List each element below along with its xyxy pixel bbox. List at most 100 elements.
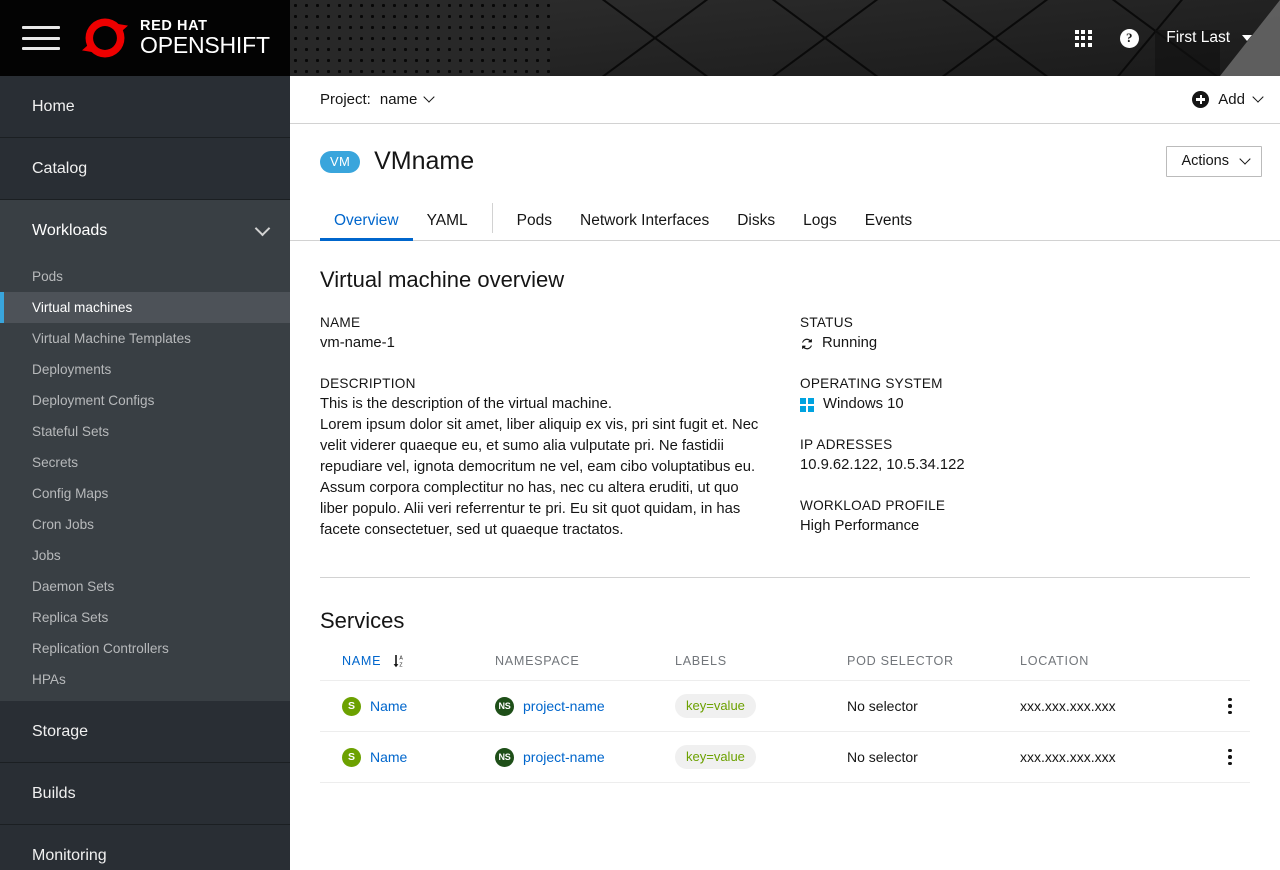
sidebar-item-label: Deployments bbox=[32, 362, 112, 377]
hamburger-menu-icon[interactable] bbox=[22, 22, 60, 54]
tab-overview[interactable]: Overview bbox=[320, 212, 413, 241]
sidebar-item-label: Daemon Sets bbox=[32, 579, 115, 594]
sidebar-item-label: HPAs bbox=[32, 672, 66, 687]
masthead-background: ? First Last bbox=[290, 0, 1280, 76]
sidebar-item-label: Storage bbox=[32, 722, 89, 740]
page-title: VMname bbox=[374, 147, 475, 175]
namespace-badge: NS bbox=[495, 696, 514, 716]
field-status-label: STATUS bbox=[800, 315, 854, 330]
tab-label: Network Interfaces bbox=[580, 211, 710, 229]
column-header-pod-selector[interactable]: POD SELECTOR bbox=[847, 654, 1020, 681]
sidebar-item-config-maps[interactable]: Config Maps bbox=[0, 478, 290, 509]
grid-apps-icon[interactable] bbox=[1060, 15, 1106, 61]
kebab-menu-icon[interactable] bbox=[1210, 748, 1250, 766]
tab-events[interactable]: Events bbox=[851, 212, 926, 241]
sidebar-item-hpas[interactable]: HPAs bbox=[0, 664, 290, 695]
overview-left-column: NAME vm-name-1 DESCRIPTION This is the d… bbox=[320, 315, 800, 563]
sidebar-item-label: Replication Controllers bbox=[32, 641, 169, 656]
chevron-down-icon bbox=[254, 220, 271, 236]
actions-button[interactable]: Actions bbox=[1166, 146, 1262, 177]
svg-text:A: A bbox=[400, 656, 404, 662]
service-badge: S bbox=[342, 696, 361, 716]
sync-running-icon bbox=[802, 338, 812, 349]
tab-pods[interactable]: Pods bbox=[503, 211, 566, 241]
namespace-link[interactable]: project-name bbox=[523, 749, 605, 765]
tab-label: Pods bbox=[516, 211, 553, 229]
cell-pod-selector: No selector bbox=[847, 731, 1020, 783]
sidebar-item-label: Virtual machines bbox=[32, 300, 133, 315]
namespace-link[interactable]: project-name bbox=[523, 698, 605, 714]
label-chip[interactable]: key=value bbox=[675, 694, 756, 718]
label-chip[interactable]: key=value bbox=[675, 745, 756, 769]
sidebar-item-monitoring[interactable]: Monitoring bbox=[0, 825, 290, 870]
column-header-namespace[interactable]: NAMESPACE bbox=[495, 654, 675, 681]
project-selector[interactable]: Project: name bbox=[320, 91, 436, 108]
column-header-name[interactable]: NAME A Z bbox=[320, 654, 495, 681]
column-header-label: LABELS bbox=[675, 654, 727, 668]
sidebar-item-home[interactable]: Home bbox=[0, 76, 290, 137]
cell-labels: key=value bbox=[675, 680, 847, 732]
tab-label: Disks bbox=[737, 211, 776, 229]
sidebar-item-jobs[interactable]: Jobs bbox=[0, 540, 290, 571]
resource-kind-badge: VM bbox=[320, 150, 361, 173]
help-question-icon[interactable]: ? bbox=[1106, 15, 1152, 61]
section-divider bbox=[320, 577, 1250, 578]
table-row[interactable]: S Name NS project-name key=value No sele… bbox=[320, 680, 1250, 732]
sidebar-item-builds[interactable]: Builds bbox=[0, 763, 290, 824]
sidebar-item-label: Secrets bbox=[32, 455, 79, 470]
sidebar-item-replication-controllers[interactable]: Replication Controllers bbox=[0, 633, 290, 664]
cell-location: xxx.xxx.xxx.xxx bbox=[1020, 680, 1210, 732]
column-header-label: LOCATION bbox=[1020, 654, 1090, 668]
column-header-location[interactable]: LOCATION bbox=[1020, 654, 1210, 681]
sidebar-item-label: Virtual Machine Templates bbox=[32, 331, 191, 346]
service-name-link[interactable]: Name bbox=[370, 698, 407, 714]
sidebar-item-storage[interactable]: Storage bbox=[0, 701, 290, 762]
services-heading: Services bbox=[320, 608, 405, 633]
sidebar-item-deployment-configs[interactable]: Deployment Configs bbox=[0, 385, 290, 416]
service-name-link[interactable]: Name bbox=[370, 749, 407, 765]
sidebar-item-daemon-sets[interactable]: Daemon Sets bbox=[0, 571, 290, 602]
sort-alpha-asc-icon: A Z bbox=[392, 654, 405, 668]
table-row[interactable]: S Name NS project-name key=value No sele… bbox=[320, 731, 1250, 783]
sidebar-item-secrets[interactable]: Secrets bbox=[0, 447, 290, 478]
overview-heading: Virtual machine overview bbox=[320, 267, 565, 292]
sidebar-item-label: Stateful Sets bbox=[32, 424, 110, 439]
chevron-down-icon bbox=[1252, 91, 1264, 103]
sidebar-item-cron-jobs[interactable]: Cron Jobs bbox=[0, 509, 290, 540]
sidebar-item-workloads[interactable]: Workloads bbox=[0, 200, 290, 261]
sidebar-item-label: Cron Jobs bbox=[32, 517, 94, 532]
tab-logs[interactable]: Logs bbox=[789, 212, 851, 241]
sidebar-item-label: Pods bbox=[32, 269, 63, 284]
primary-navigation: Home Catalog Workloads Pods Virtual mach… bbox=[0, 76, 290, 870]
sidebar-item-stateful-sets[interactable]: Stateful Sets bbox=[0, 416, 290, 447]
sidebar-item-pods[interactable]: Pods bbox=[0, 261, 290, 292]
actions-button-label: Actions bbox=[1181, 153, 1229, 169]
tab-disks[interactable]: Disks bbox=[723, 211, 789, 241]
sidebar-item-replica-sets[interactable]: Replica Sets bbox=[0, 602, 290, 633]
nav-section-home: Home bbox=[0, 76, 290, 138]
tab-bar: Overview YAML Pods Network Interfaces Di… bbox=[290, 197, 1280, 241]
sidebar-item-label: Replica Sets bbox=[32, 610, 109, 625]
chevron-down-icon bbox=[423, 91, 436, 103]
sidebar-item-deployments[interactable]: Deployments bbox=[0, 354, 290, 385]
sidebar-item-virtual-machine-templates[interactable]: Virtual Machine Templates bbox=[0, 323, 290, 354]
cell-namespace: NS project-name bbox=[495, 680, 675, 732]
field-operating-system: OPERATING SYSTEM Windows 10 bbox=[800, 376, 1250, 415]
field-status: STATUS Running bbox=[800, 315, 1250, 354]
sidebar-item-virtual-machines[interactable]: Virtual machines bbox=[0, 292, 290, 323]
tab-divider bbox=[491, 203, 493, 233]
red-hat-logo-icon bbox=[82, 18, 128, 58]
tab-yaml[interactable]: YAML bbox=[413, 212, 482, 241]
brand-redhat-text: RED HAT bbox=[140, 17, 208, 34]
project-bar: Project: name Add bbox=[290, 76, 1280, 124]
kebab-menu-icon[interactable] bbox=[1210, 697, 1250, 715]
field-workload-label: WORKLOAD PROFILE bbox=[800, 498, 946, 513]
user-menu[interactable]: First Last bbox=[1152, 15, 1264, 61]
tab-network-interfaces[interactable]: Network Interfaces bbox=[566, 211, 723, 241]
add-button[interactable]: Add bbox=[1192, 91, 1264, 108]
openshift-logo[interactable]: RED HAT OPENSHIFT bbox=[78, 15, 270, 61]
column-header-labels[interactable]: LABELS bbox=[675, 654, 847, 681]
status-value: Running bbox=[822, 335, 878, 351]
sidebar-item-catalog[interactable]: Catalog bbox=[0, 138, 290, 199]
service-badge: S bbox=[342, 747, 361, 767]
